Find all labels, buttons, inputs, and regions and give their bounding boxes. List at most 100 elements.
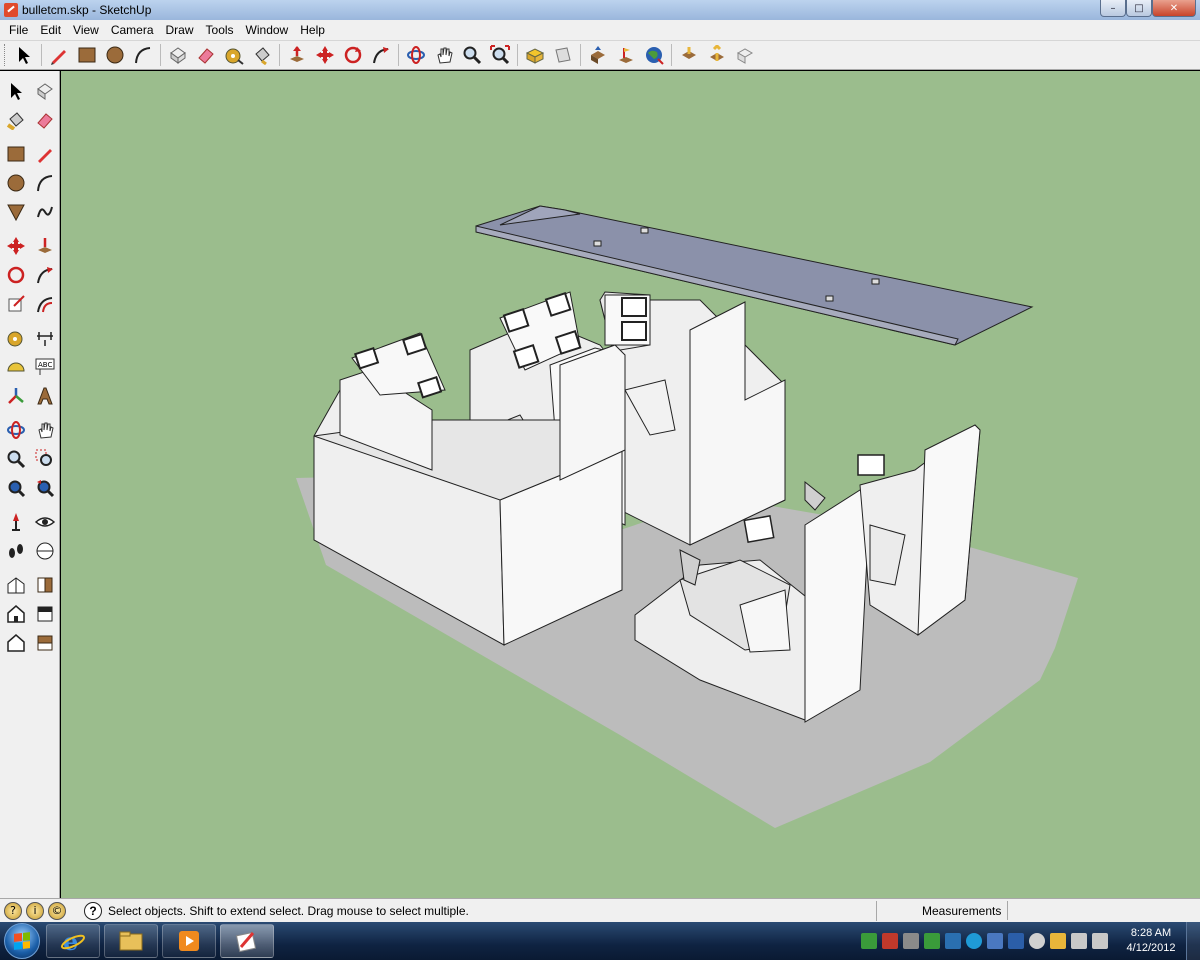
menu-tools[interactable]: Tools (200, 23, 240, 37)
menu-file[interactable]: File (3, 23, 34, 37)
maximize-button[interactable]: □ (1126, 0, 1152, 17)
add-location-icon[interactable] (612, 42, 640, 68)
action-center-icon[interactable] (881, 933, 898, 949)
share-model-icon[interactable] (549, 42, 577, 68)
tape-measure-icon[interactable] (1, 323, 30, 352)
circle-icon[interactable] (101, 42, 129, 68)
credits-icon[interactable]: i (26, 901, 44, 920)
start-button[interactable] (2, 922, 42, 960)
pan-icon[interactable] (430, 42, 458, 68)
menu-view[interactable]: View (67, 23, 105, 37)
star-icon[interactable] (1049, 933, 1066, 949)
media-player-icon[interactable] (162, 924, 216, 958)
audio-device-icon[interactable] (1007, 933, 1024, 949)
front-view-icon[interactable] (1, 599, 30, 628)
extension-warehouse-icon[interactable] (703, 42, 731, 68)
model-viewport[interactable] (61, 71, 1200, 898)
protractor-icon[interactable] (1, 352, 30, 381)
security-check-icon[interactable] (923, 933, 940, 949)
zoom-window-icon[interactable] (30, 444, 59, 473)
push-pull-icon[interactable] (283, 42, 311, 68)
zoom-extents-icon[interactable] (486, 42, 514, 68)
follow-me-icon[interactable] (30, 260, 59, 289)
screen-icon[interactable] (944, 933, 961, 949)
dimension-icon[interactable] (30, 323, 59, 352)
3d-text-icon[interactable] (30, 381, 59, 410)
left-view-icon[interactable] (30, 628, 59, 657)
network-check-icon[interactable] (860, 933, 877, 949)
tape-measure-icon[interactable] (220, 42, 248, 68)
pan-icon[interactable] (30, 415, 59, 444)
axes-icon[interactable] (1, 381, 30, 410)
help-icon[interactable]: ? (84, 901, 102, 920)
select-icon[interactable] (1, 76, 30, 105)
user-icon[interactable]: © (48, 901, 66, 920)
monitor-icon[interactable] (986, 933, 1003, 949)
paint-bucket-icon[interactable] (248, 42, 276, 68)
volume-icon[interactable] (1091, 933, 1108, 949)
show-desktop-button[interactable] (1186, 922, 1200, 960)
freehand-icon[interactable] (30, 197, 59, 226)
zoom-icon[interactable] (1, 444, 30, 473)
measurements-input[interactable] (1007, 901, 1195, 920)
eraser-icon[interactable] (30, 105, 59, 134)
look-around-icon[interactable] (30, 507, 59, 536)
get-photo-texture-icon[interactable] (675, 42, 703, 68)
orbit-icon[interactable] (402, 42, 430, 68)
push-pull-icon[interactable] (30, 231, 59, 260)
menu-camera[interactable]: Camera (105, 23, 160, 37)
disc-icon[interactable] (1028, 933, 1045, 949)
move-icon[interactable] (1, 231, 30, 260)
geo-location-icon[interactable]: ? (4, 901, 22, 920)
minimize-button[interactable]: – (1100, 0, 1126, 17)
select-icon[interactable] (10, 42, 38, 68)
send-to-layout-icon[interactable] (731, 42, 759, 68)
right-view-icon[interactable] (30, 599, 59, 628)
circle-icon[interactable] (1, 168, 30, 197)
close-button[interactable]: ✕ (1152, 0, 1196, 17)
pencil-icon[interactable] (30, 139, 59, 168)
sketchup-icon[interactable] (220, 924, 274, 958)
system-clock[interactable]: 8:28 AM 4/12/2012 (1116, 926, 1186, 956)
position-camera-icon[interactable] (1, 507, 30, 536)
iso-view-icon[interactable] (1, 570, 30, 599)
menu-draw[interactable]: Draw (160, 23, 200, 37)
toolbar-grip[interactable] (4, 44, 7, 66)
offset-icon[interactable] (30, 289, 59, 318)
skype-icon[interactable] (965, 933, 982, 949)
internet-explorer-icon[interactable]: e (46, 924, 100, 958)
rotate-icon[interactable] (339, 42, 367, 68)
paint-bucket-icon[interactable] (1, 105, 30, 134)
eraser-icon[interactable] (192, 42, 220, 68)
get-models-icon[interactable] (521, 42, 549, 68)
move-icon[interactable] (311, 42, 339, 68)
back-view-icon[interactable] (1, 628, 30, 657)
make-component-icon[interactable] (164, 42, 192, 68)
share-component-icon[interactable] (584, 42, 612, 68)
menu-window[interactable]: Window (240, 23, 295, 37)
previous-view-icon[interactable] (30, 473, 59, 502)
orbit-icon[interactable] (1, 415, 30, 444)
text-icon[interactable]: ABC (30, 352, 59, 381)
arc-icon[interactable] (129, 42, 157, 68)
scale-icon[interactable] (1, 289, 30, 318)
edit-tool-icon[interactable] (902, 933, 919, 949)
make-component-icon[interactable] (30, 76, 59, 105)
zoom-extents-icon[interactable] (1, 473, 30, 502)
menu-edit[interactable]: Edit (34, 23, 67, 37)
follow-me-icon[interactable] (367, 42, 395, 68)
section-plane-icon[interactable] (30, 536, 59, 565)
menu-help[interactable]: Help (294, 23, 331, 37)
top-view-icon[interactable] (30, 570, 59, 599)
polygon-icon[interactable] (1, 197, 30, 226)
rotate-icon[interactable] (1, 260, 30, 289)
network-icon[interactable] (1070, 933, 1087, 949)
file-explorer-icon[interactable] (104, 924, 158, 958)
arc-icon[interactable] (30, 168, 59, 197)
rectangle-icon[interactable] (1, 139, 30, 168)
pencil-icon[interactable] (45, 42, 73, 68)
walk-icon[interactable] (1, 536, 30, 565)
rectangle-icon[interactable] (73, 42, 101, 68)
zoom-icon[interactable] (458, 42, 486, 68)
preview-google-earth-icon[interactable] (640, 42, 668, 68)
